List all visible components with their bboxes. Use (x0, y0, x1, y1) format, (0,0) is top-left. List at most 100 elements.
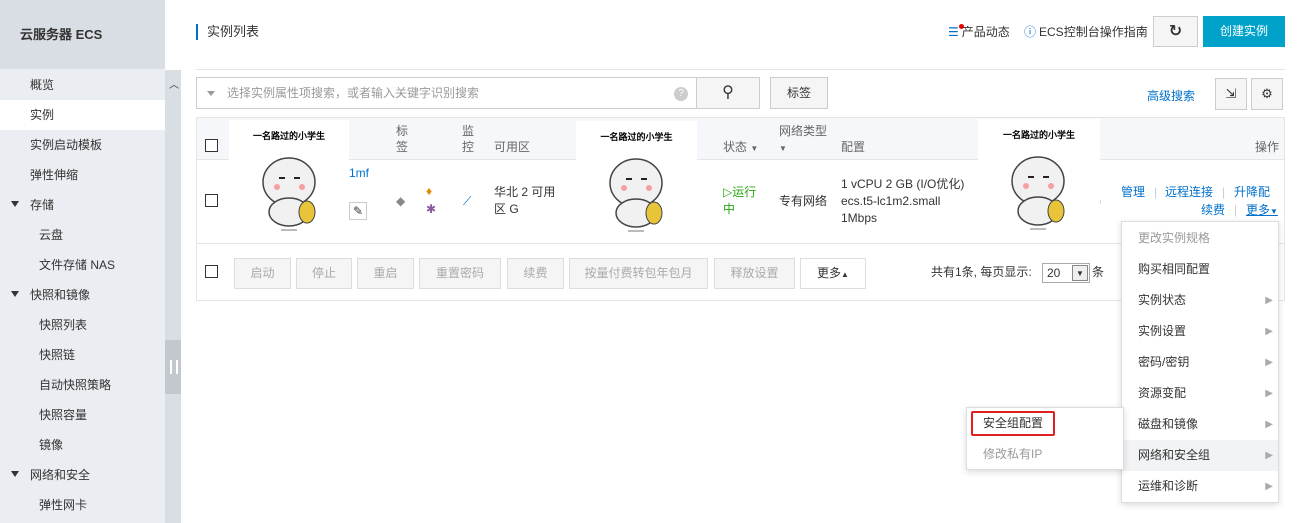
menu-item-label: 密码/密钥 (1138, 355, 1190, 369)
start-button[interactable]: 启动 (234, 258, 291, 289)
status-header-label: 状态 (723, 140, 748, 154)
menu-item-ops-diagnosis[interactable]: 运维和诊断 ▶ (1122, 471, 1278, 502)
sidebar-item-overview[interactable]: 概览 (0, 70, 165, 100)
renew-button[interactable]: 续费 (507, 258, 564, 289)
gear-icon: ⚙ (1261, 86, 1273, 101)
menu-item-label: 磁盘和镜像 (1138, 417, 1199, 431)
sidebar-item-disks[interactable]: 云盘 (0, 220, 165, 250)
config-cpu-mem: 1 vCPU 2 GB (I/O优化) (841, 177, 965, 191)
caret-down-icon[interactable] (207, 91, 215, 96)
menu-item-network-security[interactable]: 网络和安全组 ▶ (1122, 440, 1278, 471)
upgrade-link[interactable]: 升降配 (1234, 184, 1270, 201)
tag-icon[interactable]: ◆ (396, 194, 405, 208)
reset-password-button[interactable]: 重置密码 (419, 258, 501, 289)
chevron-down-icon[interactable]: ▼ (1072, 265, 1088, 281)
advanced-search-link[interactable]: 高级搜索 (1147, 87, 1195, 104)
menu-item-disk-image[interactable]: 磁盘和镜像 ▶ (1122, 409, 1278, 440)
search-icon: ⚲ (722, 84, 734, 101)
ecs-guide-link[interactable]: ⓘ ECS控制台操作指南 (1024, 24, 1148, 40)
ecs-guide-label: ECS控制台操作指南 (1039, 25, 1148, 39)
renew-link[interactable]: 续费 (1201, 202, 1225, 219)
chevron-right-icon: ▶ (1265, 357, 1273, 368)
sidebar-group-snapshots-images[interactable]: 快照和镜像 (0, 280, 165, 310)
row-checkbox[interactable] (205, 194, 218, 207)
export-icon: ⇲ (1225, 86, 1237, 101)
action-divider: | (1234, 203, 1238, 217)
chevron-right-icon: ▶ (1265, 388, 1273, 399)
sidebar-collapse-handle[interactable] (165, 340, 181, 394)
network-header-label: 网络类型 (779, 124, 828, 138)
remote-connect-link[interactable]: 远程连接 (1165, 184, 1213, 201)
edit-icon[interactable]: ✎ (349, 202, 367, 220)
settings-button[interactable]: ⚙ (1251, 78, 1283, 110)
instance-id-link[interactable]: 1mf (349, 165, 369, 182)
more-batch-button[interactable]: 更多▲ (800, 258, 866, 289)
menu-item-label: 网络和安全组 (1138, 448, 1211, 462)
chevron-right-icon: ▶ (1265, 481, 1273, 492)
export-button[interactable]: ⇲ (1215, 78, 1247, 110)
sidebar-item-launch-templates[interactable]: 实例启动模板 (0, 130, 165, 160)
manage-link[interactable]: 管理 (1121, 184, 1145, 201)
monitor-chart-icon[interactable]: ⟋ (463, 194, 471, 209)
menu-item-instance-status[interactable]: 实例状态 ▶ (1122, 285, 1278, 316)
config-bandwidth: 1Mbps (841, 211, 878, 225)
chevron-up-icon[interactable]: ︿ (169, 76, 179, 91)
submenu-item-modify-private-ip[interactable]: 修改私有IP (967, 439, 1123, 470)
menu-item-label: 实例设置 (1138, 324, 1187, 338)
create-instance-button[interactable]: 创建实例 (1203, 16, 1285, 47)
zone-value: 华北 2 可用区 G (494, 185, 556, 216)
column-header-network[interactable]: 网络类型 ▼ (779, 123, 827, 157)
select-all-checkbox[interactable] (205, 139, 218, 152)
security-badge-icon: ♦ (426, 184, 433, 198)
search-input[interactable] (227, 84, 667, 102)
sidebar-item-auto-scaling[interactable]: 弹性伸缩 (0, 160, 165, 190)
column-header-monitor: 监控 (462, 124, 475, 154)
column-header-zone: 可用区 (494, 140, 531, 154)
sticker-drawing (262, 157, 316, 231)
menu-item-resource-change[interactable]: 资源变配 ▶ (1122, 378, 1278, 409)
menu-item-instance-settings[interactable]: 实例设置 ▶ (1122, 316, 1278, 347)
highlight-box (971, 411, 1055, 436)
sidebar-item-auto-snapshot-policy[interactable]: 自动快照策略 (0, 370, 165, 400)
search-button[interactable]: ⚲ (696, 77, 760, 109)
sidebar-item-eni[interactable]: 弹性网卡 (0, 490, 165, 520)
reboot-button[interactable]: 重启 (357, 258, 414, 289)
release-settings-button[interactable]: 释放设置 (714, 258, 795, 289)
page-size-select[interactable]: 20 ▼ (1042, 263, 1090, 283)
refresh-button[interactable]: ↻ (1153, 16, 1198, 47)
menu-item-buy-same[interactable]: 购买相同配置 (1122, 254, 1278, 285)
sidebar-group-storage[interactable]: 存储 (0, 190, 165, 220)
more-actions-menu: 更改实例规格 购买相同配置 实例状态 ▶ 实例设置 ▶ 密码/密钥 ▶ 资源变配 ▶ 磁… (1121, 221, 1279, 503)
sidebar-item-images[interactable]: 镜像 (0, 430, 165, 460)
sidebar-group-label: 存储 (30, 198, 55, 212)
menu-item-password-key[interactable]: 密码/密钥 ▶ (1122, 347, 1278, 378)
sidebar-scrollbar[interactable]: ︿ (165, 70, 181, 523)
chevron-right-icon: ▶ (1265, 419, 1273, 430)
sidebar-item-snapshot-chain[interactable]: 快照链 (0, 340, 165, 370)
search-box[interactable]: ? (196, 77, 697, 109)
sidebar-group-network-security[interactable]: 网络和安全 (0, 460, 165, 490)
tag-filter-button[interactable]: 标签 (770, 77, 828, 109)
product-news-link[interactable]: ☰ 产品动态 (948, 24, 1010, 40)
caret-down-icon: ▼ (1270, 207, 1278, 216)
menu-item-change-spec[interactable]: 更改实例规格 (1122, 223, 1278, 254)
sticker-image: 一名路过的小学生 (229, 120, 349, 239)
page-size-value: 20 (1047, 266, 1061, 280)
column-header-status[interactable]: 状态 ▼ (723, 139, 758, 157)
pagination-text: 共有1条, 每页显示: (931, 265, 1032, 279)
help-icon[interactable]: ? (674, 87, 688, 101)
caret-down-icon: ▼ (779, 144, 787, 153)
sidebar-item-nas[interactable]: 文件存储 NAS (0, 250, 165, 280)
stop-button[interactable]: 停止 (296, 258, 352, 289)
sidebar-item-snapshot-capacity[interactable]: 快照容量 (0, 400, 165, 430)
list-icon: ☰ (948, 25, 959, 39)
sidebar-item-instances[interactable]: 实例 (0, 100, 165, 130)
more-actions-link[interactable]: 更多▼ (1246, 202, 1278, 220)
footer-select-all-checkbox[interactable] (205, 265, 218, 278)
more-label: 更多 (1246, 203, 1271, 217)
network-type-value: 专有网络 (779, 194, 828, 208)
sticker-image: 一名路过的小学生 (978, 119, 1100, 238)
collapse-icon (170, 360, 178, 374)
sidebar-item-snapshot-list[interactable]: 快照列表 (0, 310, 165, 340)
convert-billing-button[interactable]: 按量付费转包年包月 (569, 258, 708, 289)
